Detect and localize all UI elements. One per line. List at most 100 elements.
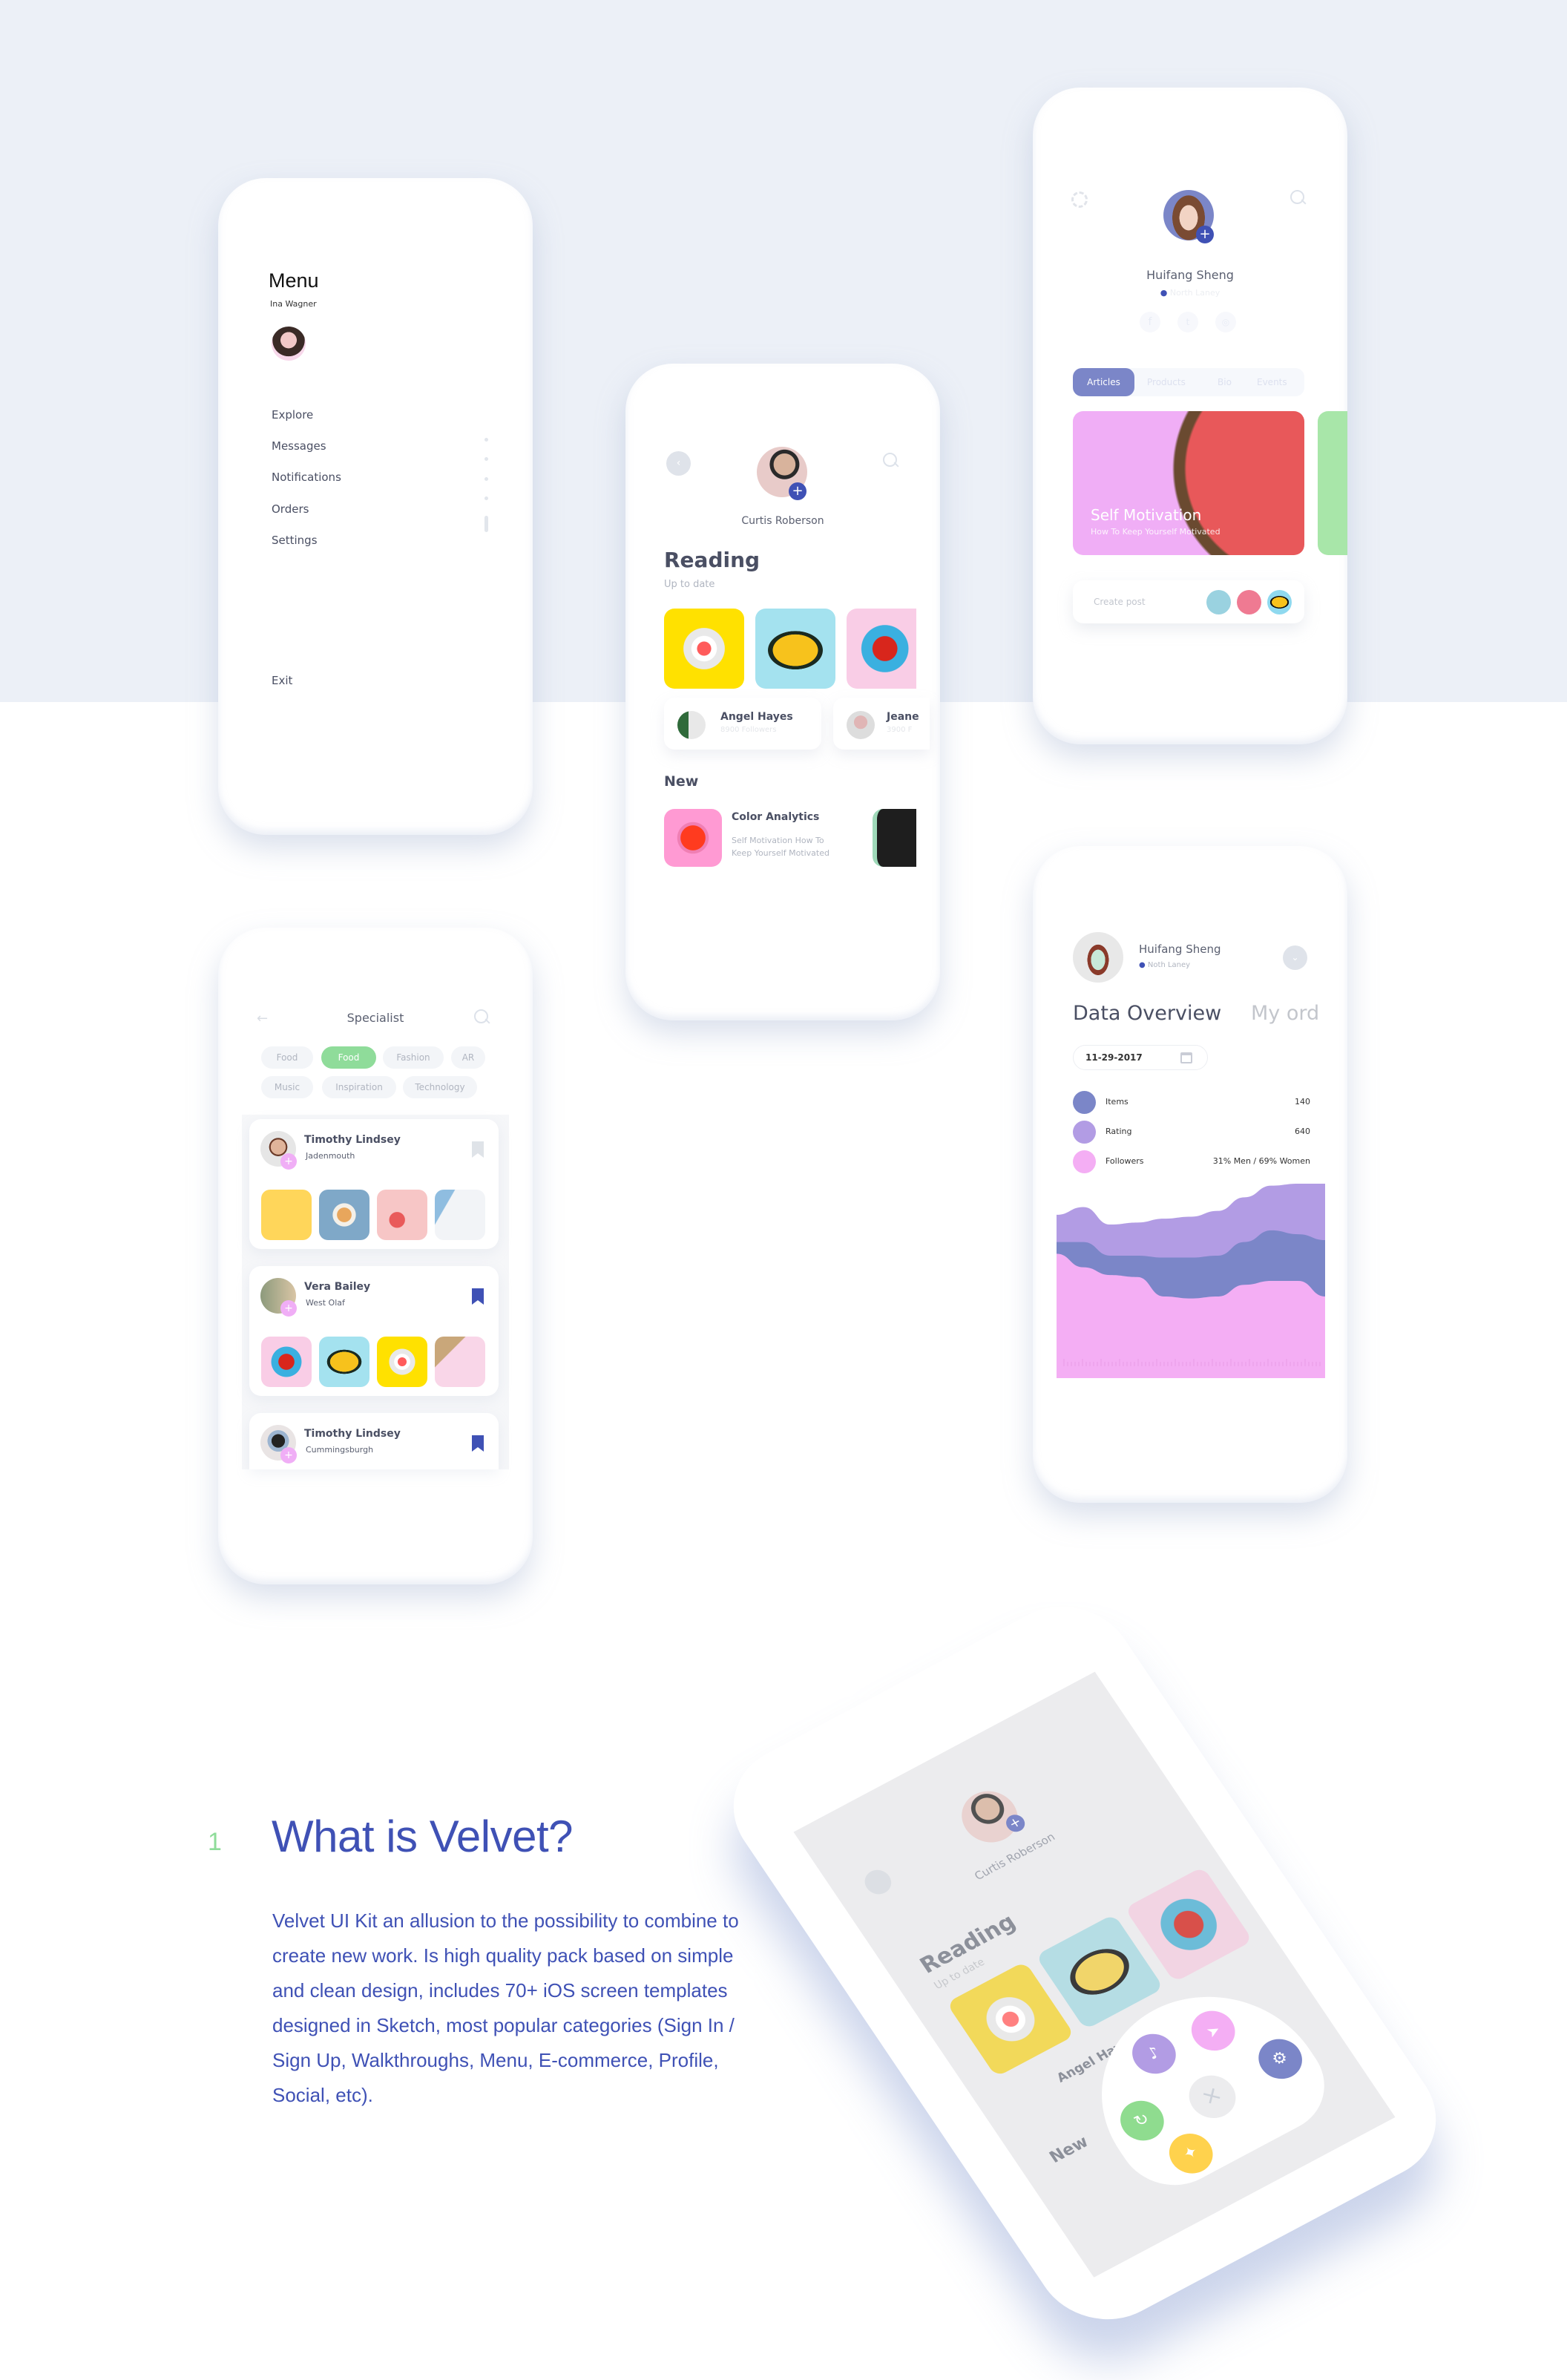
stacked-area-chart bbox=[1057, 1184, 1325, 1378]
new-item-title[interactable]: Color Analytics bbox=[732, 811, 819, 823]
intro-paragraph: Velvet UI Kit an allusion to the possibi… bbox=[272, 1909, 739, 2106]
chip-fashion[interactable]: Fashion bbox=[383, 1046, 444, 1069]
legend-value: 640 bbox=[1295, 1127, 1310, 1136]
specialist-card[interactable]: + Timothy Lindsey Jadenmouth bbox=[249, 1119, 499, 1249]
chip-food[interactable]: Food bbox=[261, 1046, 313, 1069]
tab-data-overview[interactable]: Data Overview bbox=[1073, 1002, 1221, 1025]
person-avatar bbox=[677, 711, 706, 739]
specialist-location: Cummingsburgh bbox=[306, 1445, 374, 1455]
menu-item-messages[interactable]: Messages bbox=[272, 439, 326, 453]
indicator-dot bbox=[484, 457, 488, 461]
chip-inspiration[interactable]: Inspiration bbox=[322, 1076, 396, 1098]
compass-icon[interactable]: ✦ bbox=[1160, 2126, 1221, 2181]
twitter-icon[interactable]: t bbox=[1177, 312, 1198, 332]
post-thumb-drink[interactable] bbox=[1237, 590, 1261, 614]
follow-icon[interactable]: + bbox=[280, 1447, 297, 1463]
search-icon[interactable] bbox=[474, 1009, 490, 1026]
legend-row-items: Items 140 bbox=[1073, 1091, 1310, 1114]
menu-phone-screen: Menu Ina Wagner Explore Messages Notific… bbox=[218, 178, 533, 835]
reading-tile-tangerine[interactable] bbox=[755, 609, 835, 689]
back-button[interactable]: ‹ bbox=[666, 451, 691, 476]
profile-name: Huifang Sheng bbox=[1146, 268, 1234, 282]
new-item-thumbnail-sushi[interactable] bbox=[873, 809, 916, 867]
bookmark-icon-active[interactable] bbox=[472, 1288, 484, 1305]
menu-item-settings[interactable]: Settings bbox=[272, 534, 318, 547]
location-text: North Laney bbox=[1169, 288, 1221, 298]
person-followers: 8900 Followers bbox=[720, 726, 777, 734]
search-icon[interactable] bbox=[1290, 190, 1307, 206]
chip-technology[interactable]: Technology bbox=[403, 1076, 477, 1098]
bookmark-icon-active[interactable] bbox=[472, 1435, 484, 1452]
tilted-phone-screen: + Curtis Roberson Reading Up to date Ang… bbox=[793, 1671, 1396, 2278]
gallery-thumb[interactable] bbox=[261, 1190, 312, 1240]
person-card[interactable]: Jeane 3900 F bbox=[833, 698, 930, 750]
feature-card-subtitle: How To Keep Yourself Motivated bbox=[1091, 527, 1221, 537]
feature-article-card[interactable]: Self Motivation How To Keep Yourself Mot… bbox=[1073, 411, 1304, 555]
feature-card-title: Self Motivation bbox=[1091, 506, 1202, 524]
refresh-icon[interactable]: ↻ bbox=[1111, 2094, 1172, 2148]
reading-tile-grapefruit[interactable] bbox=[664, 609, 744, 689]
legend-swatch bbox=[1073, 1150, 1096, 1173]
tab-my-orders[interactable]: My ord bbox=[1251, 1002, 1319, 1025]
reading-tile-lobster[interactable] bbox=[847, 609, 916, 689]
person-name: Angel Hayes bbox=[720, 711, 793, 723]
profile-avatar[interactable] bbox=[1073, 932, 1123, 983]
menu-title: Menu bbox=[269, 269, 319, 292]
dropdown-button[interactable]: ⌄ bbox=[1283, 945, 1307, 970]
location-row: ● Noth Laney bbox=[1139, 961, 1190, 969]
bookmark-icon[interactable] bbox=[472, 1141, 484, 1158]
chip-food-active[interactable]: Food bbox=[321, 1046, 376, 1069]
reading-phone-screen: ‹ + Curtis Roberson Reading Up to date A… bbox=[625, 364, 940, 1020]
profile-name: Huifang Sheng bbox=[1139, 943, 1221, 956]
bell-icon[interactable]: ♪ bbox=[1123, 2026, 1184, 2081]
tab-products[interactable]: Products bbox=[1147, 368, 1186, 396]
instagram-icon[interactable]: ◎ bbox=[1215, 312, 1236, 332]
chip-ar[interactable]: AR bbox=[451, 1046, 485, 1069]
specialist-card[interactable]: + Vera Bailey West Olaf bbox=[249, 1266, 499, 1396]
chip-music[interactable]: Music bbox=[261, 1076, 313, 1098]
specialist-card[interactable]: + Timothy Lindsey Cummingsburgh bbox=[249, 1413, 499, 1469]
search-icon[interactable] bbox=[883, 453, 899, 469]
post-thumb-tangerine[interactable] bbox=[1267, 590, 1292, 614]
next-card-peek[interactable] bbox=[1318, 411, 1347, 555]
add-friend-icon[interactable]: + bbox=[1196, 226, 1214, 243]
calendar-icon[interactable] bbox=[1180, 1052, 1192, 1063]
close-button[interactable]: × bbox=[1180, 2068, 1245, 2126]
facebook-icon[interactable]: f bbox=[1140, 312, 1160, 332]
post-thumb-macarons[interactable] bbox=[1206, 590, 1231, 614]
location-text: Noth Laney bbox=[1147, 961, 1191, 969]
tab-articles[interactable]: Articles bbox=[1073, 368, 1134, 396]
gallery-thumb[interactable] bbox=[435, 1337, 485, 1387]
tab-events[interactable]: Events bbox=[1257, 368, 1287, 396]
settings-icon[interactable]: ⚙ bbox=[1250, 2031, 1311, 2086]
menu-avatar[interactable] bbox=[272, 327, 306, 361]
menu-item-explore[interactable]: Explore bbox=[272, 408, 313, 422]
specialist-location: Jadenmouth bbox=[306, 1151, 355, 1161]
gallery-thumb[interactable] bbox=[435, 1190, 485, 1240]
settings-icon[interactable] bbox=[1071, 191, 1088, 208]
follow-icon[interactable]: + bbox=[280, 1300, 297, 1317]
create-post-input[interactable]: Create post bbox=[1094, 597, 1146, 607]
specialist-location: West Olaf bbox=[306, 1298, 345, 1308]
gallery-thumb[interactable] bbox=[319, 1337, 369, 1387]
legend-value: 31% Men / 69% Women bbox=[1212, 1156, 1310, 1166]
gallery-thumb[interactable] bbox=[377, 1190, 427, 1240]
section-number: 1 bbox=[208, 1828, 222, 1856]
date-value: 11-29-2017 bbox=[1085, 1052, 1143, 1063]
gallery-thumb[interactable] bbox=[261, 1337, 312, 1387]
menu-item-notifications[interactable]: Notifications bbox=[272, 471, 341, 484]
menu-item-exit[interactable]: Exit bbox=[272, 674, 292, 687]
gallery-thumb[interactable] bbox=[377, 1337, 427, 1387]
create-post-bar[interactable]: Create post bbox=[1073, 580, 1304, 623]
person-card[interactable]: Angel Hayes 8900 Followers bbox=[664, 698, 821, 750]
add-friend-icon[interactable]: + bbox=[789, 482, 807, 500]
date-picker[interactable]: 11-29-2017 bbox=[1073, 1045, 1208, 1070]
follow-icon[interactable]: + bbox=[280, 1153, 297, 1170]
new-item-thumbnail[interactable] bbox=[664, 809, 722, 867]
legend-row-rating: Rating 640 bbox=[1073, 1121, 1310, 1144]
back-button[interactable] bbox=[859, 1865, 896, 1899]
menu-item-orders[interactable]: Orders bbox=[272, 502, 309, 516]
send-icon[interactable]: ➤ bbox=[1183, 2003, 1244, 2058]
tab-bio[interactable]: Bio bbox=[1218, 368, 1232, 396]
gallery-thumb[interactable] bbox=[319, 1190, 369, 1240]
